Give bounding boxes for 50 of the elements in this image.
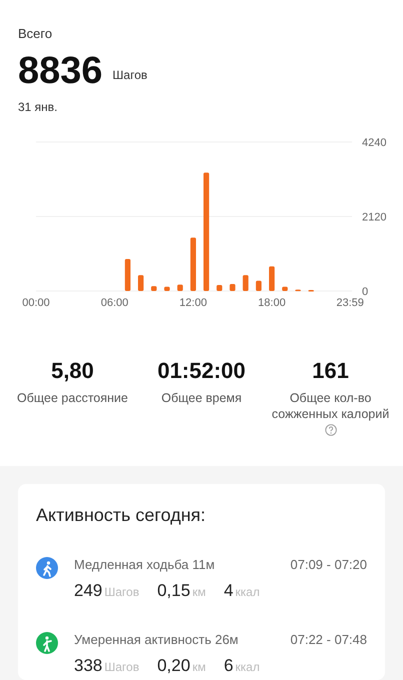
- step-count: 8836: [18, 50, 103, 92]
- calories-value: 4: [224, 580, 234, 602]
- distance-value: 0,15: [157, 580, 190, 602]
- steps-value: 338: [74, 655, 102, 677]
- bar: [242, 274, 248, 290]
- stat-value: 5,80: [51, 358, 94, 384]
- y-tick-label: 2120: [362, 211, 386, 223]
- stat-label: Общее кол-во сожженных калорий: [270, 390, 390, 422]
- distance-unit: км: [192, 584, 206, 601]
- bar: [190, 237, 196, 290]
- x-tick-label: 23:59: [336, 296, 364, 308]
- stat-value: 161: [312, 358, 349, 384]
- steps-value: 249: [74, 580, 102, 602]
- help-icon[interactable]: [324, 424, 336, 436]
- x-tick-label: 12:00: [179, 296, 207, 308]
- hiking-person-icon: [36, 632, 58, 654]
- activity-name: Медленная ходьба 11м: [74, 556, 215, 574]
- activity-name: Умеренная активность 26м: [74, 630, 238, 649]
- calories-value: 6: [224, 655, 234, 677]
- bar: [282, 286, 288, 290]
- bar: [269, 266, 275, 290]
- steps-unit: Шагов: [104, 659, 140, 676]
- x-tick-label: 00:00: [22, 296, 50, 308]
- activity-time: 07:22 - 07:48: [290, 630, 367, 648]
- date-label: 31 янв.: [18, 98, 59, 116]
- total-label: Всего: [18, 25, 54, 43]
- calories-unit: ккал: [235, 584, 260, 601]
- activity-title: Активность сегодня:: [36, 504, 207, 527]
- bar: [164, 286, 170, 290]
- steps-unit: Шагов: [104, 584, 140, 601]
- bar: [124, 258, 130, 290]
- bar: [138, 274, 144, 290]
- stat-value: 01:52:00: [157, 358, 246, 384]
- activity-time: 07:09 - 07:20: [290, 556, 367, 574]
- steps-unit: Шагов: [112, 66, 148, 84]
- y-tick-label: 0: [362, 286, 368, 298]
- x-tick-label: 18:00: [258, 296, 286, 308]
- bar: [216, 284, 222, 290]
- distance-value: 0,20: [157, 655, 190, 677]
- y-tick-label: 4240: [362, 136, 386, 148]
- x-tick-label: 06:00: [100, 296, 128, 308]
- bar: [177, 284, 183, 290]
- distance-unit: км: [192, 659, 206, 676]
- bar: [230, 283, 236, 290]
- stat-label: Общее время: [160, 390, 243, 406]
- bar: [151, 286, 157, 290]
- calories-unit: ккал: [235, 659, 260, 676]
- bar: [256, 280, 262, 290]
- stat-label: Общее расстояние: [16, 390, 129, 406]
- walking-person-icon: [36, 556, 58, 578]
